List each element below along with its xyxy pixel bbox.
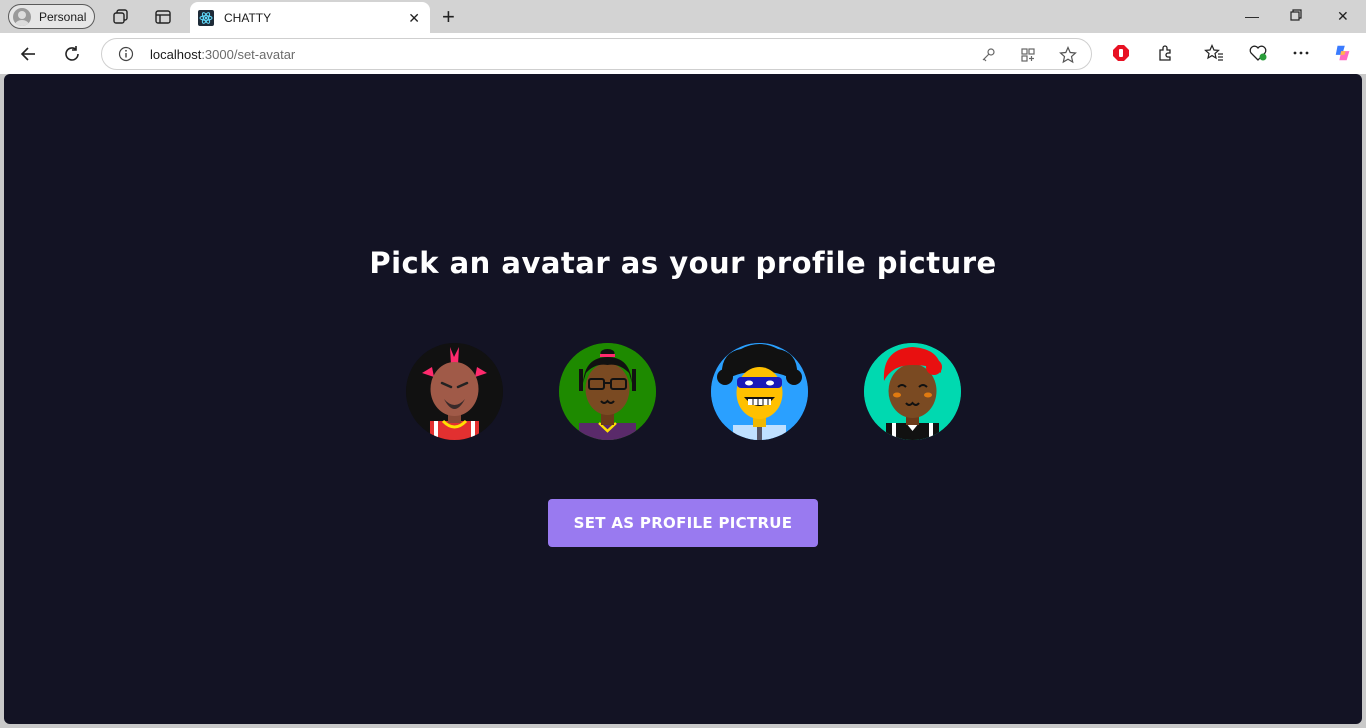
- profile-label: Personal: [39, 9, 87, 24]
- copilot-icon[interactable]: [1333, 43, 1353, 63]
- avatar-option-3[interactable]: [711, 343, 808, 440]
- url-path: :3000/set-avatar: [201, 47, 296, 62]
- profile-avatar-icon: [13, 7, 31, 26]
- favorites-icon[interactable]: [1204, 43, 1224, 63]
- react-favicon-icon: [198, 9, 214, 26]
- url-host: localhost: [150, 47, 202, 62]
- profile-button[interactable]: Personal: [8, 4, 95, 29]
- adblock-extension-icon[interactable]: [1111, 43, 1131, 63]
- back-icon[interactable]: [16, 42, 40, 66]
- new-tab-icon[interactable]: +: [442, 4, 455, 30]
- avatar-glasses-image: [559, 343, 656, 440]
- browser-toolbar: localhost:3000/set-avatar: [0, 33, 1366, 74]
- page-title: Pick an avatar as your profile picture: [369, 246, 997, 280]
- minimize-icon[interactable]: —: [1245, 8, 1259, 24]
- address-bar[interactable]: localhost:3000/set-avatar: [101, 38, 1092, 70]
- tab-actions-icon[interactable]: [153, 7, 173, 27]
- close-window-icon[interactable]: ✕: [1337, 8, 1349, 25]
- site-info-icon[interactable]: [118, 46, 134, 62]
- browser-tab-bar: Personal CHATTY ✕ + — ✕: [0, 0, 1366, 33]
- workspaces-icon[interactable]: [111, 7, 131, 27]
- browser-essentials-icon[interactable]: [1248, 43, 1268, 63]
- tab-title: CHATTY: [224, 10, 272, 25]
- avatar-red-hat-image: [864, 343, 961, 440]
- avatar-option-2[interactable]: [559, 343, 656, 440]
- extensions-icon[interactable]: [1155, 43, 1175, 63]
- close-tab-icon[interactable]: ✕: [408, 10, 420, 27]
- set-avatar-page: Pick an avatar as your profile picture S…: [4, 74, 1362, 724]
- restore-icon[interactable]: [1290, 8, 1302, 24]
- avatar-option-4[interactable]: [864, 343, 961, 440]
- set-profile-picture-button[interactable]: SET AS PROFILE PICTRUE: [548, 499, 818, 547]
- url-text[interactable]: localhost:3000/set-avatar: [150, 47, 295, 62]
- avatar-mohawk-image: [406, 343, 503, 440]
- app-available-icon[interactable]: [1019, 46, 1037, 64]
- tab-chatty[interactable]: CHATTY ✕: [190, 2, 430, 33]
- favorite-star-icon[interactable]: [1059, 46, 1077, 64]
- avatar-option-1[interactable]: [406, 343, 503, 440]
- more-options-icon[interactable]: [1291, 43, 1311, 63]
- key-icon[interactable]: [979, 46, 997, 64]
- avatar-masked-image: [711, 343, 808, 440]
- reload-icon[interactable]: [60, 42, 84, 66]
